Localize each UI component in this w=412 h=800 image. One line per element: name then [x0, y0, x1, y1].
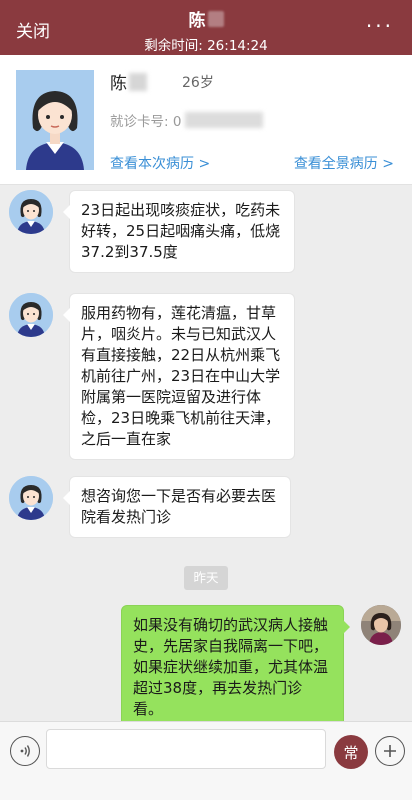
view-current-record-link[interactable]: 查看本次病历 >	[110, 153, 210, 173]
patient-age: 26岁	[182, 75, 214, 91]
title-block: 陈 剩余时间: 26:14:24	[0, 6, 412, 54]
date-divider: 昨天	[184, 566, 228, 590]
avatar	[9, 190, 53, 234]
input-bar: 常	[0, 721, 412, 800]
remaining-time: 剩余时间: 26:14:24	[144, 38, 268, 54]
patient-name-text: 陈	[110, 74, 127, 94]
chat-title-text: 陈	[188, 11, 206, 31]
message-bubble: 23日起出现咳痰症状，吃药未好转，25日起咽痛头痛，低烧37.2到37.5度	[63, 190, 295, 273]
redacted-mark	[185, 112, 264, 128]
avatar	[9, 476, 53, 520]
voice-icon[interactable]	[10, 736, 40, 766]
view-full-record-link[interactable]: 查看全景病历 >	[294, 153, 394, 173]
chat-title: 陈	[189, 6, 224, 31]
plus-icon[interactable]	[375, 736, 405, 766]
card-number: 就诊卡号: 0	[110, 110, 264, 130]
patient-avatar	[16, 70, 94, 170]
message-input[interactable]	[46, 729, 326, 769]
patient-card: 陈 26岁 就诊卡号: 0 查看本次病历 > 查看全景病历 >	[0, 55, 412, 185]
message-bubble: 想咨询您一下是否有必要去医院看发热门诊	[63, 476, 291, 538]
doctor-avatar	[361, 605, 401, 645]
message-bubble: 服用药物有，莲花清瘟，甘草片，咽炎片。未与已知武汉人有直接接触，22日从杭州乘飞…	[63, 293, 295, 460]
patient-name: 陈	[110, 69, 147, 94]
chat-area: 23日起出现咳痰症状，吃药未好转，25日起咽痛头痛，低烧37.2到37.5度 服…	[0, 186, 412, 730]
more-icon[interactable]: ···	[366, 14, 394, 38]
top-bar: 关闭 陈 剩余时间: 26:14:24 ···	[0, 0, 412, 55]
message-bubble: 如果没有确切的武汉病人接触史，先居家自我隔离一下吧，如果症状继续加重，尤其体温超…	[121, 605, 350, 730]
avatar	[9, 293, 53, 337]
redacted-mark	[207, 10, 224, 27]
redacted-mark	[129, 72, 147, 91]
common-phrases-button[interactable]: 常	[334, 735, 368, 769]
card-number-label: 就诊卡号: 0	[110, 114, 182, 130]
